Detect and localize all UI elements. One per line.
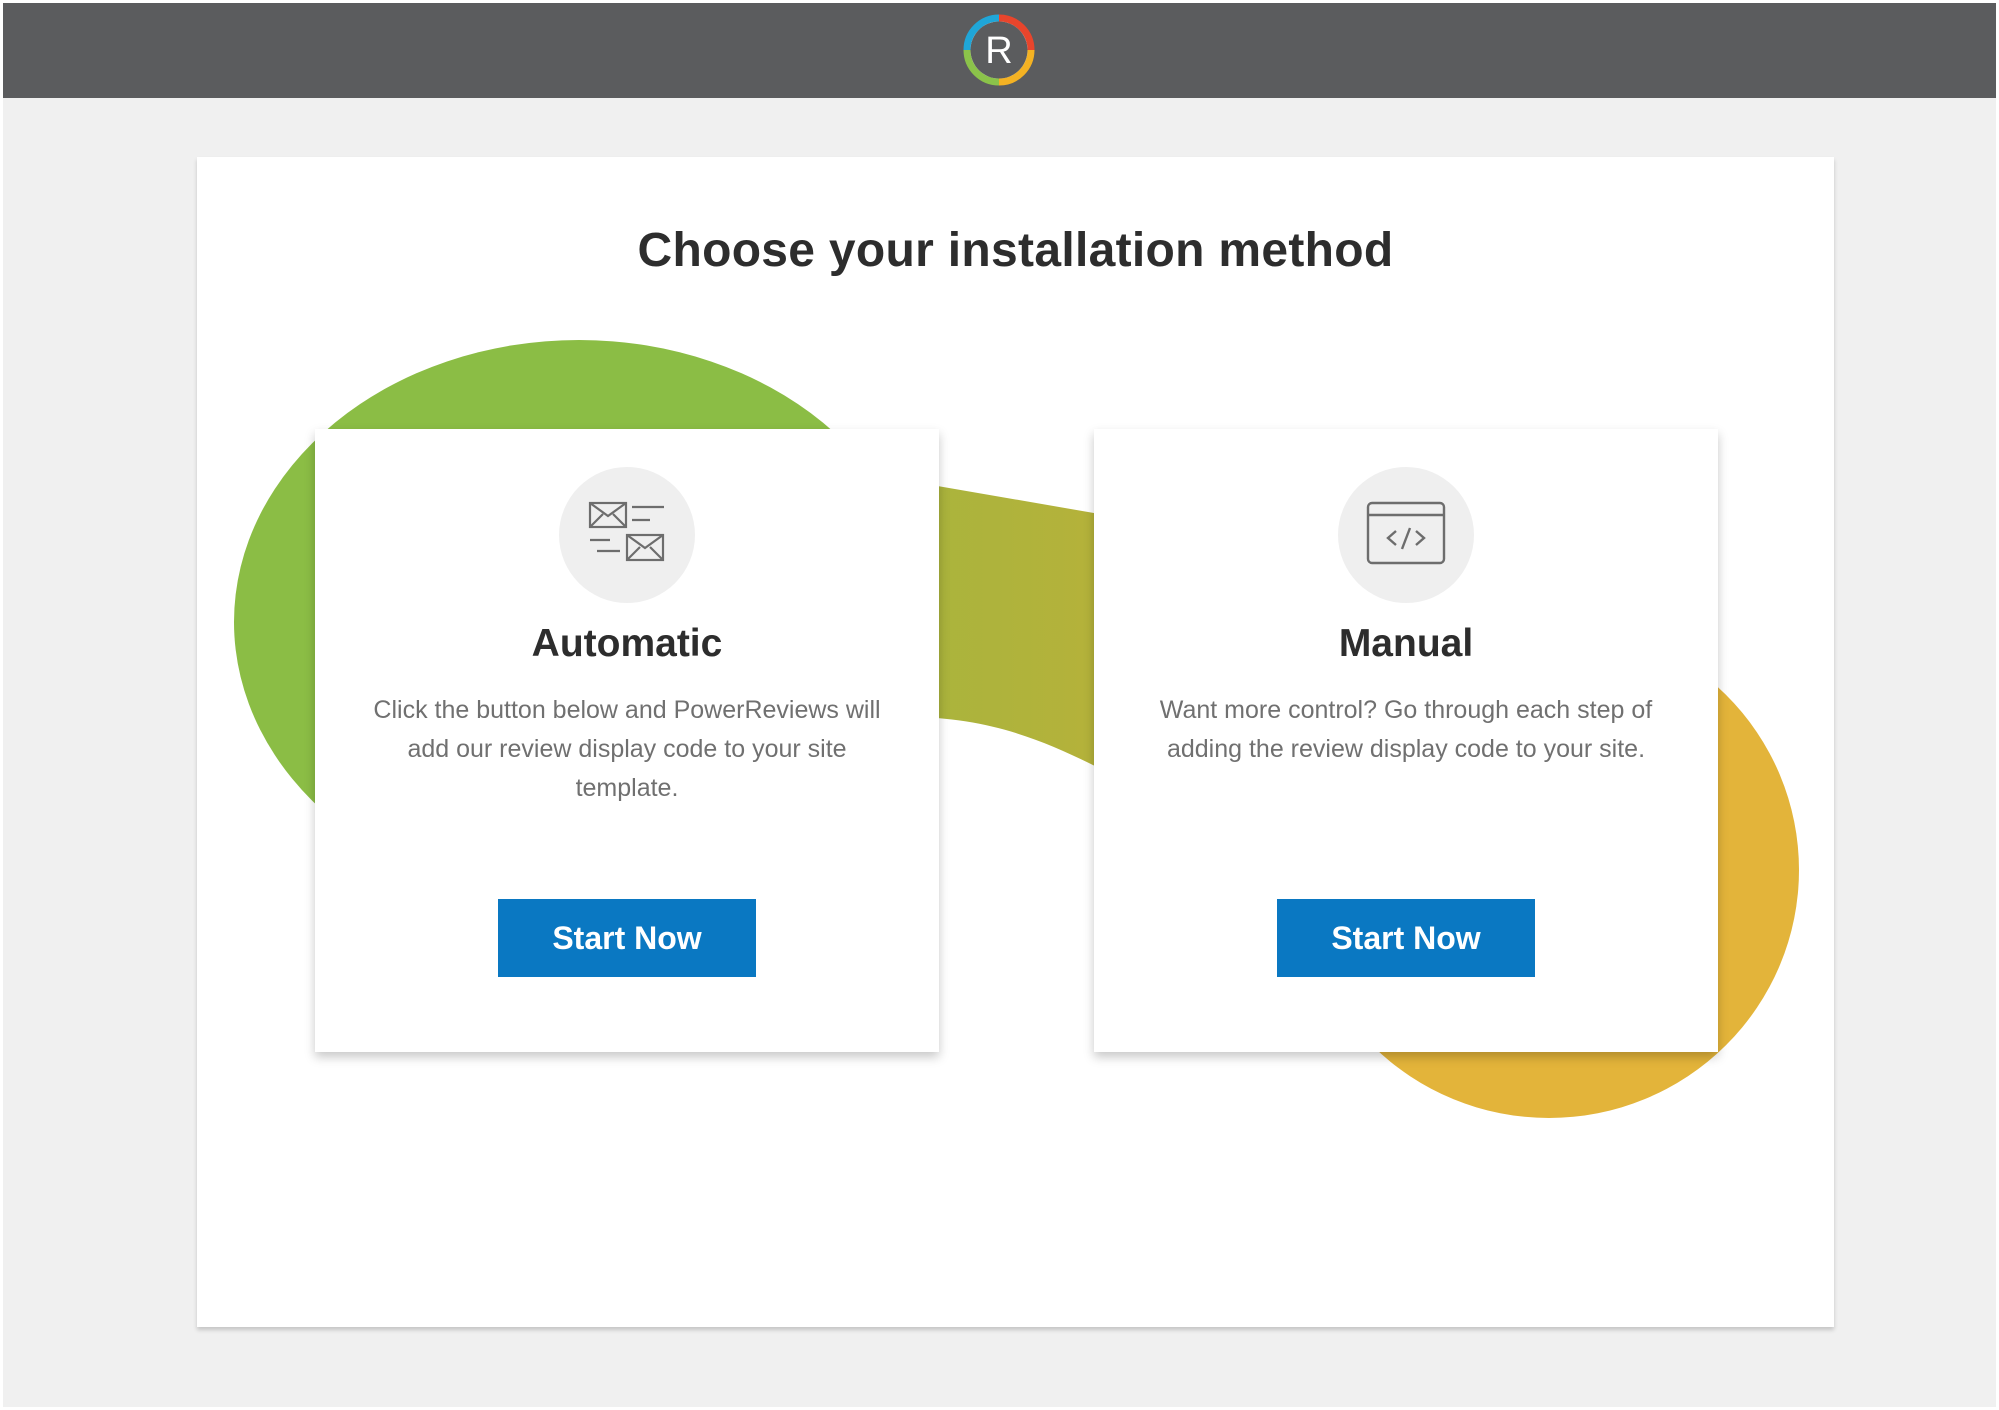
top-bar: R [3,3,1996,98]
envelopes-icon [588,501,665,562]
manual-option-card: Manual Want more control? Go through eac… [1094,429,1718,1052]
manual-description: Want more control? Go through each step … [1159,696,1653,763]
automatic-description: Click the button below and PowerReviews … [373,696,881,802]
logo-letter: R [985,30,1012,72]
manual-start-button[interactable]: Start Now [1277,899,1535,977]
automatic-start-button[interactable]: Start Now [498,899,756,977]
powerreviews-logo[interactable]: R [961,12,1037,88]
code-window-icon [1366,501,1446,565]
app-frame: R Choose your installation method Automa… [3,3,1996,1407]
install-method-panel: Choose your installation method Automati… [197,157,1834,1327]
page-title: Choose your installation method [637,224,1394,277]
automatic-icon-badge [559,467,695,603]
automatic-title: Automatic [531,622,723,665]
manual-icon-badge [1338,467,1474,603]
automatic-option-card: Automatic Click the button below and Pow… [315,429,939,1052]
manual-title: Manual [1338,622,1474,665]
